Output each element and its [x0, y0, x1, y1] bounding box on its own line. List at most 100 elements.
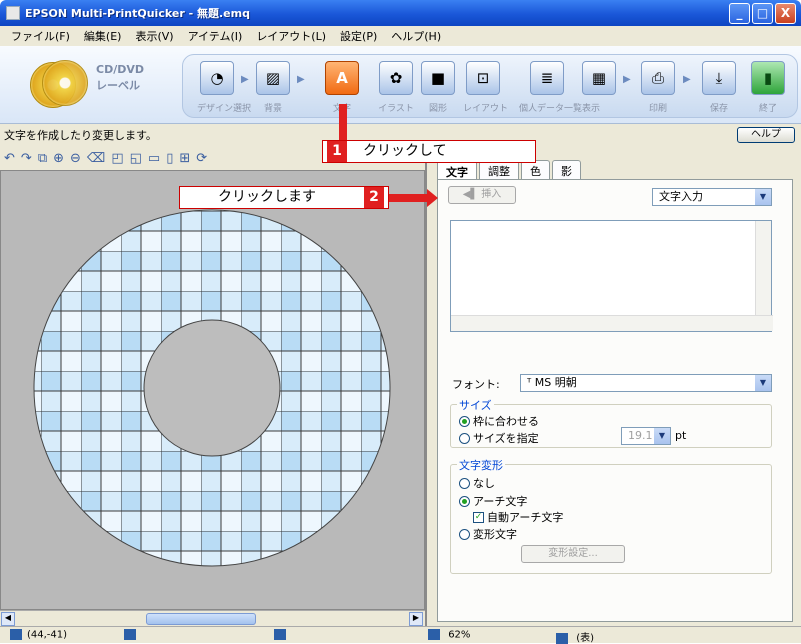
tool-design-select[interactable]: ◔ デザイン選択: [197, 61, 252, 114]
size-unit: pt: [675, 429, 687, 442]
menu-file[interactable]: ファイル(F): [4, 28, 77, 44]
group-icon[interactable]: ▭: [148, 151, 160, 166]
status-bar: (44,-41) 62% (表): [0, 626, 801, 644]
step2-number: 2: [364, 187, 384, 208]
deform-group-title: 文字変形: [457, 457, 505, 473]
callout1-connector: [339, 104, 347, 144]
auto-arch-label: 自動アーチ文字: [487, 511, 564, 524]
font-value: MS 明朝: [534, 376, 577, 389]
redo-icon[interactable]: ↷: [21, 151, 32, 166]
send-back-icon[interactable]: ◱: [130, 151, 142, 166]
close-button[interactable]: X: [775, 2, 796, 24]
tool-label: 図形: [428, 104, 447, 114]
deform-settings-button[interactable]: 変形設定...: [521, 545, 625, 563]
layout-icon: ⊡: [466, 61, 500, 95]
size-fit-option[interactable]: 枠に合わせる: [459, 413, 539, 429]
deform-arch-option[interactable]: アーチ文字: [459, 493, 527, 509]
maximize-button[interactable]: □: [752, 2, 773, 24]
arrow-icon: ▶: [623, 74, 631, 85]
size-fit-label: 枠に合わせる: [473, 415, 539, 428]
menu-view[interactable]: 表示(V): [128, 28, 180, 44]
font-label: フォント:: [452, 378, 500, 391]
undo-icon[interactable]: ↶: [4, 151, 15, 166]
property-panel: 文字 調整 色 影 ◀▌ 挿入 文字入力 ▼ フォント: ᵀ MS 明朝 ▼ サ…: [425, 146, 801, 626]
tool-strip: ◔デザイン選択 ▶ ▨背景 ▶ A文字 ✿イラスト ■図形 ⊡レイアウト ≣個人…: [182, 54, 798, 118]
radio-icon: [459, 495, 470, 507]
font-select[interactable]: ᵀ MS 明朝 ▼: [520, 374, 772, 392]
tool-print[interactable]: ⎙ 印刷: [638, 61, 678, 114]
zoom-in-icon[interactable]: ⊕: [53, 151, 64, 166]
tool-grid[interactable]: ▦: [579, 61, 619, 95]
deform-none-option[interactable]: なし: [459, 475, 495, 491]
scroll-thumb[interactable]: [146, 613, 256, 625]
design-select-icon: ◔: [200, 61, 234, 95]
tool-label: 保存: [709, 104, 728, 114]
copy-icon[interactable]: ⧉: [38, 151, 47, 166]
rotate-icon[interactable]: ⟳: [196, 151, 207, 166]
input-mode-select[interactable]: 文字入力 ▼: [652, 188, 772, 206]
tool-layout[interactable]: ⊡ レイアウト: [463, 61, 508, 114]
illustration-icon: ✿: [379, 61, 413, 95]
tool-label: 終了: [758, 104, 777, 114]
auto-arch-checkbox[interactable]: ✓ 自動アーチ文字: [473, 509, 563, 525]
object-pos-icon: [274, 629, 291, 641]
size-value: 19.1: [628, 429, 653, 442]
size-specify-option[interactable]: サイズを指定: [459, 430, 539, 446]
size-value-select[interactable]: 19.1 ▼: [621, 427, 671, 445]
scroll-right-icon[interactable]: ▶: [409, 612, 423, 626]
radio-icon: [459, 477, 470, 489]
app-icon: [6, 6, 20, 20]
help-button[interactable]: ヘルプ: [737, 127, 795, 143]
chevron-down-icon: ▼: [654, 428, 670, 444]
label-canvas[interactable]: [0, 170, 425, 610]
zoom-value: 62%: [448, 629, 471, 641]
size-specify-label: サイズを指定: [473, 432, 539, 445]
menu-layout[interactable]: レイアウト(L): [249, 28, 333, 44]
cursor-position: (44,-41): [10, 629, 67, 641]
tool-label: 個人データ一覧表示: [519, 104, 601, 114]
main-toolbar: CD/DVD レーベル ◔デザイン選択 ▶ ▨背景 ▶ A文字 ✿イラスト ■図…: [0, 46, 801, 124]
input-mode-value: 文字入力: [659, 190, 703, 203]
menu-item[interactable]: アイテム(I): [181, 28, 250, 44]
deform-none-label: なし: [473, 477, 495, 490]
callout2-arrowhead: [427, 189, 438, 207]
menu-edit[interactable]: 編集(E): [77, 28, 129, 44]
status-text: 文字を作成したり変更します。: [4, 129, 157, 142]
ungroup-icon[interactable]: ▯: [166, 151, 173, 166]
object-size-icon: [124, 629, 141, 641]
save-icon: ⤓: [702, 61, 736, 95]
deform-shape-option[interactable]: 変形文字: [459, 526, 517, 542]
text-icon: A: [325, 61, 359, 95]
radio-icon: [459, 528, 470, 540]
insert-label: 挿入: [481, 189, 502, 200]
disc-center-hole: [143, 319, 281, 457]
tool-shape[interactable]: ■ 図形: [418, 61, 458, 114]
brand-label: CD/DVD レーベル: [96, 62, 144, 94]
scroll-left-icon[interactable]: ◀: [1, 612, 15, 626]
bring-front-icon[interactable]: ◰: [111, 151, 123, 166]
menu-help[interactable]: ヘルプ(H): [384, 28, 448, 44]
align-icon[interactable]: ⊞: [179, 151, 190, 166]
chevron-down-icon: ▼: [755, 375, 771, 391]
exit-icon: ▮: [751, 61, 785, 95]
insert-button[interactable]: ◀▌ 挿入: [448, 186, 516, 204]
text-vertical-scrollbar[interactable]: [755, 221, 771, 315]
zoom-readout: 62%: [428, 629, 470, 641]
tool-background[interactable]: ▨ 背景: [253, 61, 293, 114]
page-icon: [556, 632, 568, 644]
tool-save[interactable]: ⤓ 保存: [699, 61, 739, 114]
tool-label: デザイン選択: [197, 104, 252, 114]
zoom-out-icon[interactable]: ⊖: [70, 151, 81, 166]
menu-settings[interactable]: 設定(P): [333, 28, 384, 44]
print-icon: ⎙: [641, 61, 675, 95]
minimize-button[interactable]: _: [729, 2, 750, 24]
text-input-area[interactable]: [450, 220, 773, 332]
arrow-icon: ▶: [241, 74, 249, 85]
tool-exit[interactable]: ▮ 終了: [748, 61, 788, 114]
tool-illustration[interactable]: ✿ イラスト: [376, 61, 416, 114]
delete-icon[interactable]: ⌫: [87, 151, 105, 166]
window-title: EPSON Multi-PrintQuicker - 無題.emq: [25, 7, 250, 20]
tool-data-list[interactable]: ≣ 個人データ一覧表示: [519, 61, 601, 114]
text-horizontal-scrollbar[interactable]: [451, 315, 773, 331]
horizontal-scrollbar[interactable]: ◀ ▶: [0, 610, 425, 626]
